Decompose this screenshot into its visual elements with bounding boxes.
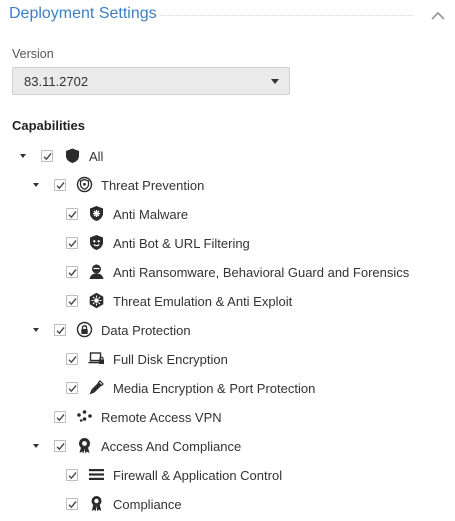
capability-label: All bbox=[89, 149, 104, 164]
capability-checkbox[interactable] bbox=[66, 295, 78, 307]
tree-row: Access And Compliance bbox=[0, 436, 455, 458]
capability-checkbox[interactable] bbox=[54, 440, 66, 452]
version-value: 83.11.2702 bbox=[24, 74, 89, 89]
capability-label: Threat Prevention bbox=[101, 178, 205, 193]
capability-label: Firewall & Application Control bbox=[113, 468, 283, 483]
header-divider bbox=[160, 15, 413, 16]
tree-row: Media Encryption & Port Protection bbox=[0, 378, 455, 400]
access-compliance-icon bbox=[76, 437, 93, 454]
chevron-up-icon bbox=[431, 11, 445, 20]
capability-label: Compliance bbox=[113, 497, 182, 512]
capability-checkbox[interactable] bbox=[66, 237, 78, 249]
capability-checkbox[interactable] bbox=[66, 498, 78, 510]
capability-checkbox[interactable] bbox=[66, 266, 78, 278]
capability-checkbox[interactable] bbox=[66, 469, 78, 481]
capability-label: Media Encryption & Port Protection bbox=[113, 381, 316, 396]
tree-row: Anti Ransomware, Behavioral Guard and Fo… bbox=[0, 262, 455, 284]
tree-row: Threat Emulation & Anti Exploit bbox=[0, 291, 455, 313]
capability-checkbox[interactable] bbox=[54, 179, 66, 191]
tree-row: Firewall & Application Control bbox=[0, 465, 455, 487]
caret-down-icon bbox=[271, 79, 279, 84]
collapse-button[interactable] bbox=[428, 6, 448, 26]
capabilities-heading: Capabilities bbox=[12, 118, 85, 133]
capability-label: Full Disk Encryption bbox=[113, 352, 228, 367]
usb-drive-icon bbox=[88, 379, 105, 396]
version-select[interactable]: 83.11.2702 bbox=[12, 67, 290, 95]
capability-label: Remote Access VPN bbox=[101, 410, 222, 425]
threat-emulation-icon bbox=[88, 292, 105, 309]
version-label: Version bbox=[12, 47, 54, 61]
expand-caret-icon[interactable] bbox=[33, 183, 39, 187]
capability-checkbox[interactable] bbox=[54, 411, 66, 423]
expand-caret-icon[interactable] bbox=[33, 444, 39, 448]
data-protection-icon bbox=[76, 321, 93, 338]
tree-row: Threat Prevention bbox=[0, 175, 455, 197]
threat-prevention-icon bbox=[76, 176, 93, 193]
capability-label: Threat Emulation & Anti Exploit bbox=[113, 294, 293, 309]
expand-caret-icon[interactable] bbox=[33, 328, 39, 332]
expand-caret-icon[interactable] bbox=[20, 154, 26, 158]
capability-label: Data Protection bbox=[101, 323, 191, 338]
section-header: Deployment Settings bbox=[0, 0, 455, 32]
capability-label: Anti Bot & URL Filtering bbox=[113, 236, 250, 251]
tree-row: Anti Bot & URL Filtering bbox=[0, 233, 455, 255]
laptop-lock-icon bbox=[88, 350, 105, 367]
capability-checkbox[interactable] bbox=[66, 208, 78, 220]
capability-label: Anti Malware bbox=[113, 207, 189, 222]
tree-row: All bbox=[0, 146, 455, 168]
anti-malware-shield-icon bbox=[88, 205, 105, 222]
tree-row: Remote Access VPN bbox=[0, 407, 455, 429]
anti-bot-icon bbox=[88, 234, 105, 251]
capability-label: Anti Ransomware, Behavioral Guard and Fo… bbox=[113, 265, 410, 280]
tree-row: Compliance bbox=[0, 494, 455, 516]
firewall-icon bbox=[88, 466, 105, 483]
shield-icon bbox=[64, 147, 81, 164]
capability-checkbox[interactable] bbox=[41, 150, 53, 162]
ransomware-person-icon bbox=[88, 263, 105, 280]
capability-checkbox[interactable] bbox=[66, 353, 78, 365]
vpn-network-icon bbox=[76, 408, 93, 425]
tree-row: Data Protection bbox=[0, 320, 455, 342]
section-title: Deployment Settings bbox=[9, 5, 157, 22]
tree-row: Full Disk Encryption bbox=[0, 349, 455, 371]
compliance-ribbon-icon bbox=[88, 495, 105, 512]
tree-row: Anti Malware bbox=[0, 204, 455, 226]
capability-label: Access And Compliance bbox=[101, 439, 242, 454]
capability-checkbox[interactable] bbox=[66, 382, 78, 394]
capability-checkbox[interactable] bbox=[54, 324, 66, 336]
